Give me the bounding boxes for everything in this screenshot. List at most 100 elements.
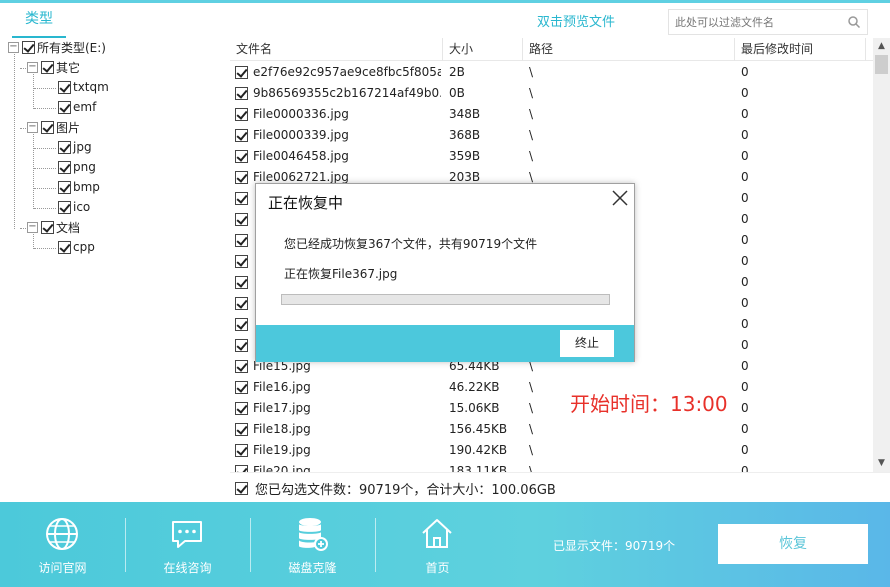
table-row[interactable]: File16.jpg 46.22KB \ 0 bbox=[230, 377, 873, 398]
table-row[interactable]: File19.jpg 190.42KB \ 0 bbox=[230, 440, 873, 461]
chat-icon bbox=[172, 521, 202, 548]
table-row[interactable]: File0000336.jpg 348B \ 0 bbox=[230, 104, 873, 125]
row-checkbox[interactable] bbox=[235, 360, 248, 373]
cell-mtime: 0 bbox=[741, 128, 749, 142]
collapse-icon[interactable]: − bbox=[27, 121, 38, 133]
checkbox[interactable] bbox=[22, 40, 35, 54]
filter-box bbox=[668, 9, 868, 35]
table-row[interactable]: File0000339.jpg 368B \ 0 bbox=[230, 125, 873, 146]
checkbox[interactable] bbox=[41, 120, 54, 134]
row-checkbox[interactable] bbox=[235, 339, 248, 352]
scroll-up-icon[interactable]: ▲ bbox=[877, 42, 886, 51]
tree-item-label: cpp bbox=[73, 240, 95, 254]
cell-path: \ bbox=[529, 65, 534, 79]
vertical-scrollbar[interactable]: ▲ ▼ bbox=[873, 38, 890, 472]
row-checkbox[interactable] bbox=[235, 234, 248, 247]
checkbox[interactable] bbox=[58, 180, 71, 194]
tree-item-ico[interactable]: ico bbox=[58, 198, 90, 216]
table-row[interactable]: File20.jpg 183.11KB \ 0 bbox=[230, 461, 873, 472]
cell-mtime: 0 bbox=[741, 443, 749, 457]
checkbox[interactable] bbox=[58, 100, 71, 114]
row-checkbox[interactable] bbox=[235, 192, 248, 205]
tree-root-label: 所有类型(E:) bbox=[37, 40, 106, 55]
column-header-path[interactable]: 路径 bbox=[523, 38, 735, 61]
row-checkbox[interactable] bbox=[235, 297, 248, 310]
cell-name: File18.jpg bbox=[253, 422, 311, 436]
cell-name: File20.jpg bbox=[253, 464, 311, 472]
cell-path: \ bbox=[529, 422, 534, 436]
scroll-thumb[interactable] bbox=[875, 55, 888, 74]
row-checkbox[interactable] bbox=[235, 129, 248, 142]
row-checkbox[interactable] bbox=[235, 402, 248, 415]
select-all-checkbox[interactable] bbox=[235, 482, 248, 495]
close-icon[interactable] bbox=[610, 188, 630, 208]
row-checkbox[interactable] bbox=[235, 381, 248, 394]
row-checkbox[interactable] bbox=[235, 66, 248, 79]
tree-item-jpg[interactable]: jpg bbox=[58, 138, 92, 156]
checkbox[interactable] bbox=[58, 140, 71, 154]
table-row[interactable]: File17.jpg 15.06KB \ 0 bbox=[230, 398, 873, 419]
nav-disk-clone-button[interactable]: 磁盘克隆 bbox=[250, 502, 375, 587]
recover-button[interactable]: 恢复 bbox=[718, 524, 868, 564]
selection-summary: 您已勾选文件数：90719个，合计大小：100.06GB bbox=[255, 483, 556, 498]
recovery-dialog: 正在恢复中 您已经成功恢复367个文件，共有90719个文件 正在恢复File3… bbox=[255, 183, 635, 362]
cell-mtime: 0 bbox=[741, 254, 749, 268]
row-checkbox[interactable] bbox=[235, 318, 248, 331]
tree-root[interactable]: − 所有类型(E:) bbox=[8, 38, 106, 56]
tree-item-cpp[interactable]: cpp bbox=[58, 238, 95, 256]
search-icon[interactable] bbox=[847, 15, 861, 29]
nav-website-button[interactable]: 访问官网 bbox=[0, 502, 125, 587]
collapse-icon[interactable]: − bbox=[27, 61, 38, 73]
cell-path: \ bbox=[529, 86, 534, 100]
row-checkbox[interactable] bbox=[235, 444, 248, 457]
checkbox[interactable] bbox=[58, 240, 71, 254]
tree-item-bmp[interactable]: bmp bbox=[58, 178, 100, 196]
cell-path: \ bbox=[529, 149, 534, 163]
row-checkbox[interactable] bbox=[235, 108, 248, 121]
row-checkbox[interactable] bbox=[235, 465, 248, 472]
checkbox[interactable] bbox=[41, 60, 54, 74]
row-checkbox[interactable] bbox=[235, 255, 248, 268]
tree-item-emf[interactable]: emf bbox=[58, 98, 96, 116]
nav-home-button[interactable]: 首页 bbox=[375, 502, 500, 587]
cell-path: \ bbox=[529, 380, 534, 394]
collapse-icon[interactable]: − bbox=[27, 221, 38, 233]
tree-item-png[interactable]: png bbox=[58, 158, 96, 176]
row-checkbox[interactable] bbox=[235, 150, 248, 163]
row-checkbox[interactable] bbox=[235, 87, 248, 100]
collapse-icon[interactable]: − bbox=[8, 41, 19, 53]
tree-group-other[interactable]: − 其它 bbox=[27, 58, 80, 76]
row-checkbox[interactable] bbox=[235, 276, 248, 289]
checkbox[interactable] bbox=[58, 200, 71, 214]
row-checkbox[interactable] bbox=[235, 423, 248, 436]
table-row[interactable]: File18.jpg 156.45KB \ 0 bbox=[230, 419, 873, 440]
tab-type[interactable]: 类型 bbox=[12, 3, 66, 38]
scroll-down-icon[interactable]: ▼ bbox=[877, 459, 886, 468]
tree-group-images[interactable]: − 图片 bbox=[27, 118, 80, 136]
column-header-size[interactable]: 大小 bbox=[443, 38, 523, 61]
stop-button[interactable]: 终止 bbox=[560, 330, 614, 357]
checkbox[interactable] bbox=[41, 220, 54, 234]
row-checkbox[interactable] bbox=[235, 171, 248, 184]
checkbox[interactable] bbox=[58, 160, 71, 174]
top-bar: 类型 双击预览文件 bbox=[0, 0, 890, 38]
cell-mtime: 0 bbox=[741, 338, 749, 352]
progress-bar bbox=[281, 294, 610, 305]
checkbox[interactable] bbox=[58, 80, 71, 94]
row-checkbox[interactable] bbox=[235, 213, 248, 226]
column-header-mtime[interactable]: 最后修改时间 bbox=[735, 38, 866, 61]
table-row[interactable]: File0046458.jpg 359B \ 0 bbox=[230, 146, 873, 167]
nav-label: 在线咨询 bbox=[163, 561, 212, 575]
dialog-progress-message: 您已经成功恢复367个文件，共有90719个文件 bbox=[284, 237, 538, 251]
filter-input[interactable] bbox=[675, 13, 840, 31]
column-header-name[interactable]: 文件名 bbox=[230, 38, 443, 61]
tree-group-docs[interactable]: − 文档 bbox=[27, 218, 80, 236]
nav-consult-button[interactable]: 在线咨询 bbox=[125, 502, 250, 587]
cell-mtime: 0 bbox=[741, 401, 749, 415]
cell-size: 2B bbox=[449, 65, 465, 79]
table-row[interactable]: e2f76e92c957ae9ce8fbc5f805a... 2B \ 0 bbox=[230, 62, 873, 83]
tree-item-txtqm[interactable]: txtqm bbox=[58, 78, 109, 96]
table-row[interactable]: 9b86569355c2b167214af49b0... 0B \ 0 bbox=[230, 83, 873, 104]
cell-name: File16.jpg bbox=[253, 380, 311, 394]
cell-mtime: 0 bbox=[741, 422, 749, 436]
